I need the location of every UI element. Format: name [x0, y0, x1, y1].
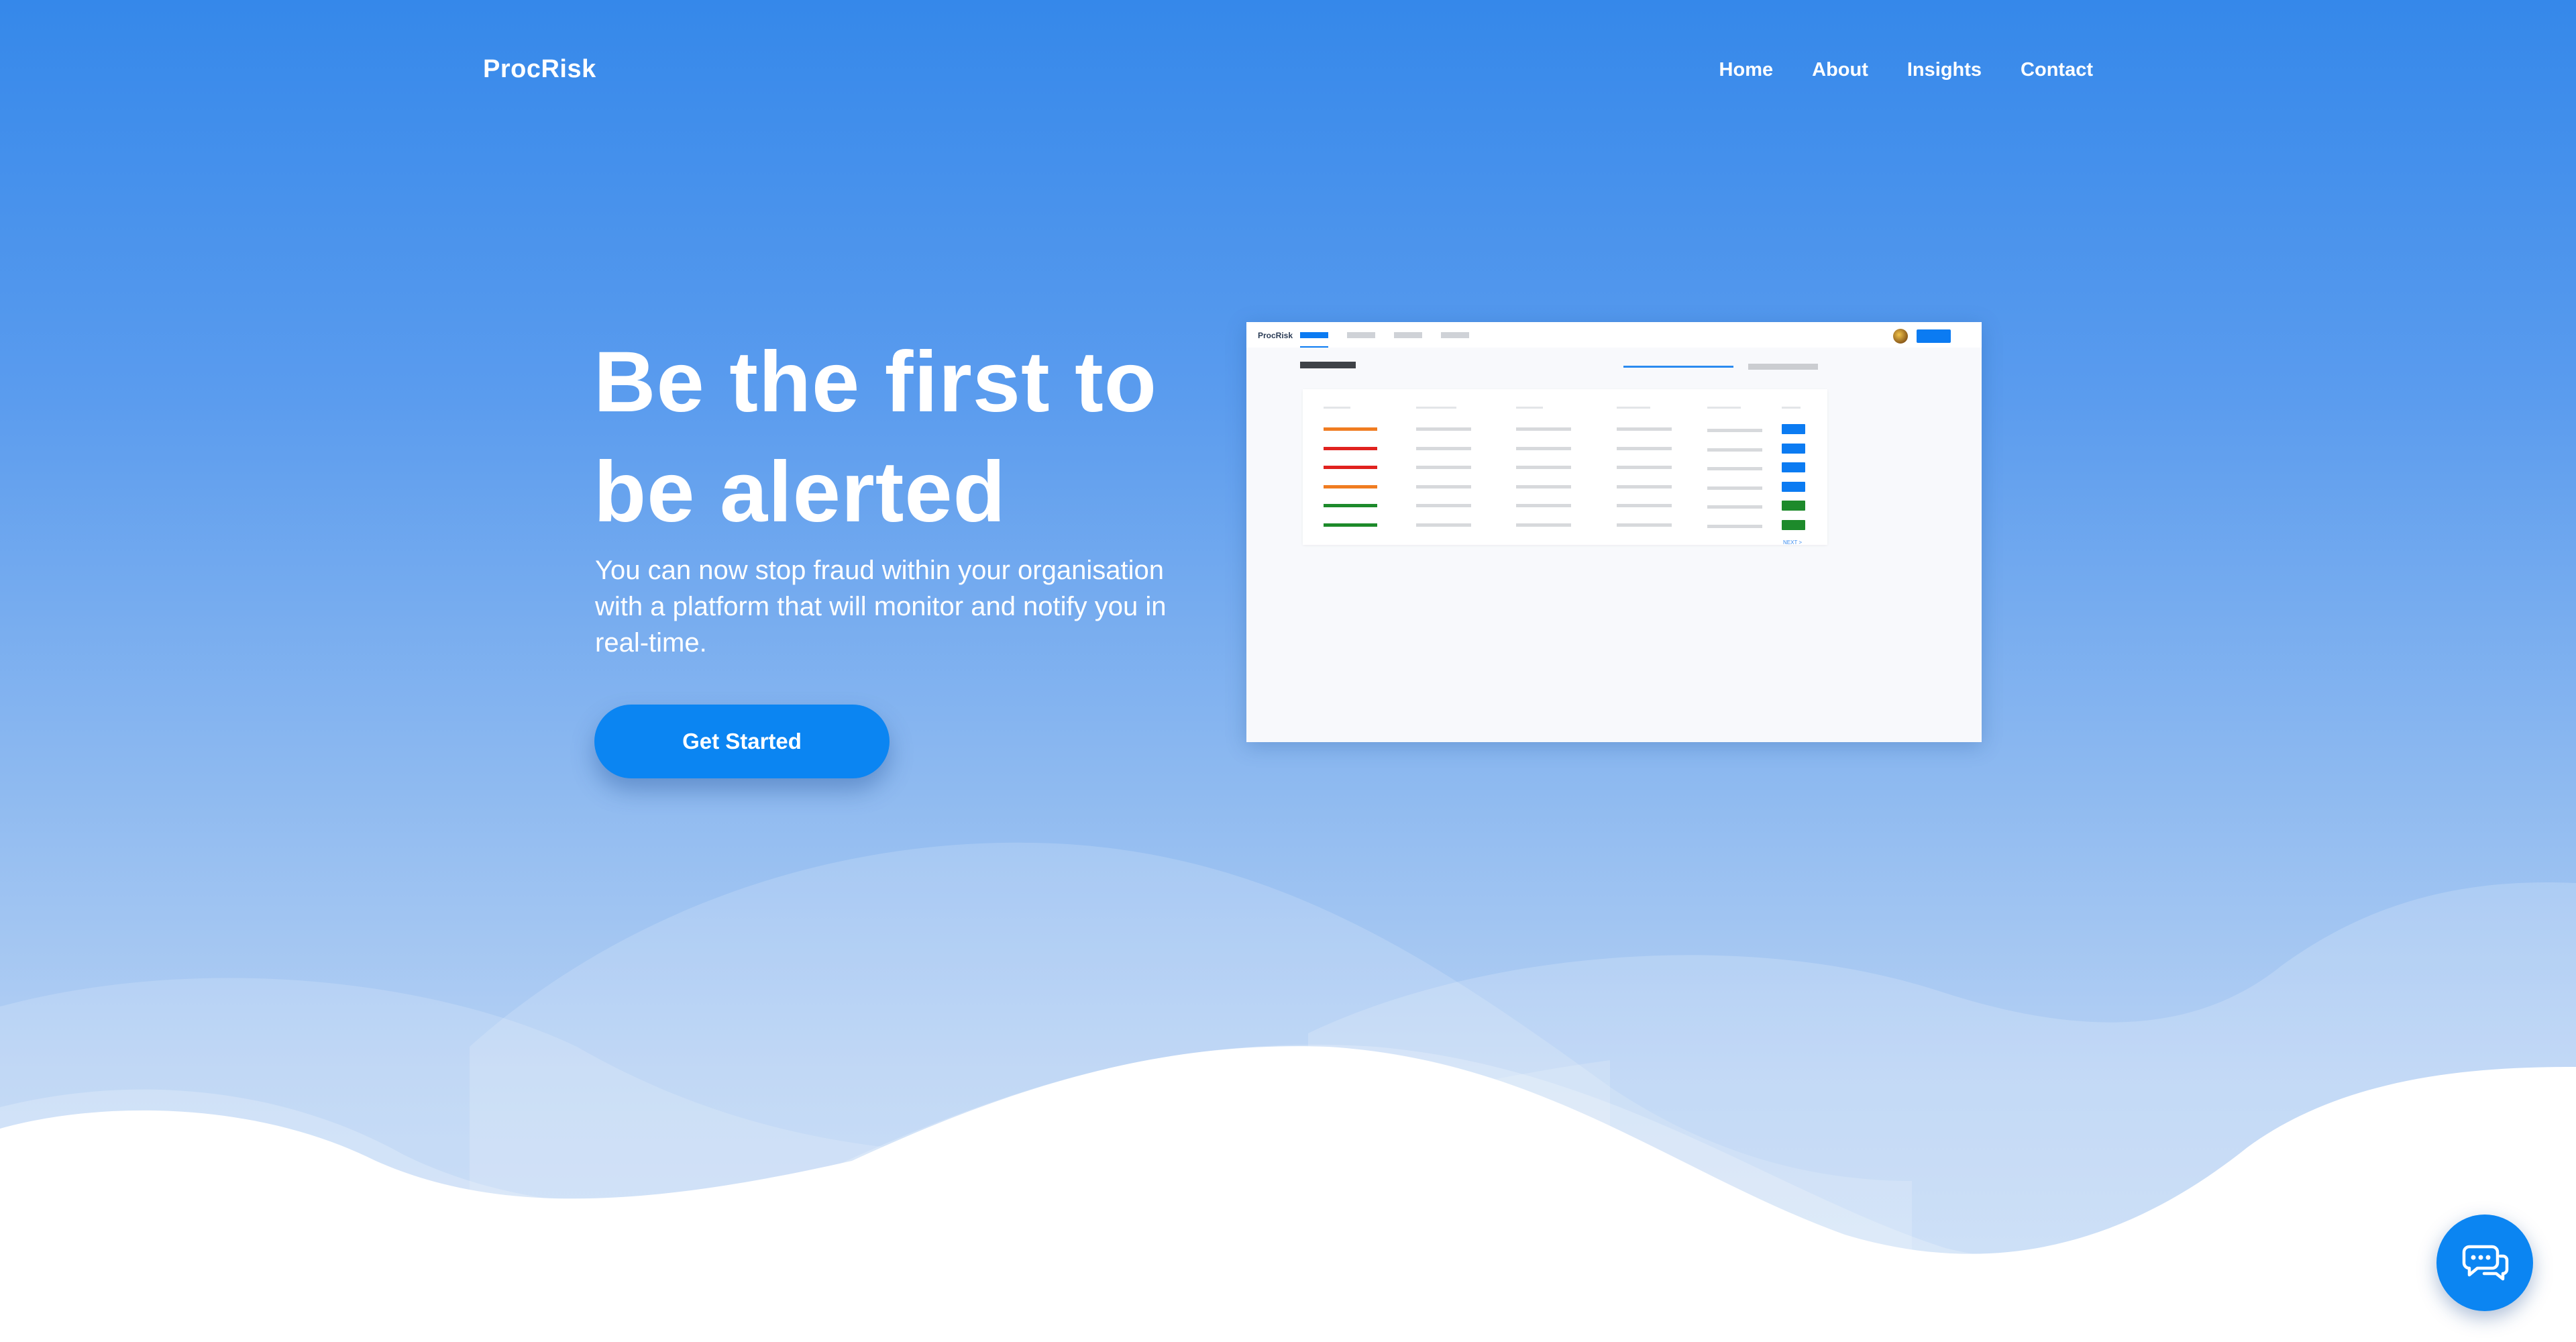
preview-column-header	[1416, 407, 1456, 409]
preview-column-header	[1516, 407, 1543, 409]
preview-status-button	[1782, 519, 1805, 530]
preview-cell	[1516, 446, 1571, 450]
preview-avatar	[1893, 329, 1908, 344]
preview-cell	[1416, 523, 1471, 527]
preview-filter	[1748, 364, 1818, 370]
preview-cell	[1617, 523, 1672, 527]
preview-column-header	[1707, 407, 1741, 409]
hero-subtitle: You can now stop fraud within your organ…	[595, 556, 1167, 658]
hero-title-line1: Be the first to	[594, 334, 1157, 430]
preview-tab	[1394, 332, 1422, 338]
brand-logo[interactable]: ProcRisk	[483, 55, 596, 84]
preview-cell	[1516, 484, 1571, 488]
hero-title: Be the first to be alerted	[594, 327, 1211, 548]
preview-cell	[1707, 429, 1762, 432]
preview-tab	[1300, 332, 1328, 338]
preview-cell	[1707, 486, 1762, 490]
preview-cell	[1516, 466, 1571, 469]
preview-severity-bar	[1324, 427, 1377, 431]
preview-tab	[1441, 332, 1469, 338]
preview-table: NEXT >	[1303, 389, 1827, 546]
preview-next-link: NEXT >	[1783, 539, 1803, 546]
nav-about[interactable]: About	[1812, 59, 1868, 81]
preview-topbar: ProcRisk	[1246, 322, 1982, 348]
preview-cell	[1516, 523, 1571, 527]
chat-button[interactable]	[2436, 1215, 2533, 1311]
preview-brand: ProcRisk	[1258, 331, 1293, 340]
hero-title-line2: be alerted	[594, 444, 1006, 540]
get-started-button[interactable]: Get Started	[594, 705, 890, 778]
preview-heading	[1300, 362, 1356, 368]
chat-bubbles-icon	[2462, 1245, 2509, 1281]
preview-status-button	[1782, 443, 1805, 454]
preview-cell	[1707, 505, 1762, 509]
preview-cell	[1617, 466, 1672, 469]
nav-contact[interactable]: Contact	[2021, 59, 2093, 81]
preview-cell	[1617, 484, 1672, 488]
preview-tab	[1347, 332, 1375, 338]
preview-cell	[1416, 484, 1471, 488]
preview-severity-bar	[1324, 446, 1377, 450]
preview-cell	[1617, 446, 1672, 450]
preview-status-button	[1782, 501, 1805, 511]
preview-cell	[1416, 504, 1471, 507]
preview-status-button	[1782, 462, 1805, 472]
preview-severity-bar	[1324, 504, 1377, 507]
preview-filter-active	[1623, 366, 1733, 368]
preview-cell	[1617, 504, 1672, 507]
preview-cell	[1707, 524, 1762, 528]
preview-severity-bar	[1324, 466, 1377, 469]
nav-home[interactable]: Home	[1719, 59, 1774, 81]
preview-tab-underline	[1300, 346, 1328, 348]
preview-cell	[1707, 467, 1762, 470]
preview-cell	[1416, 446, 1471, 450]
nav-insights[interactable]: Insights	[1907, 59, 1982, 81]
preview-status-button	[1782, 424, 1805, 434]
preview-cell	[1416, 427, 1471, 431]
preview-cell	[1516, 427, 1571, 431]
dashboard-preview: ProcRisk NEXT >	[1246, 322, 1982, 742]
main-nav: Home About Insights Contact	[1719, 59, 2093, 81]
preview-cell	[1416, 466, 1471, 469]
preview-severity-bar	[1324, 523, 1377, 527]
preview-cell	[1707, 448, 1762, 452]
preview-action-button	[1917, 329, 1951, 343]
preview-cell	[1617, 427, 1672, 431]
preview-status-button	[1782, 481, 1805, 492]
preview-column-header	[1782, 407, 1801, 409]
preview-column-header	[1324, 407, 1350, 409]
preview-column-header	[1617, 407, 1650, 409]
preview-severity-bar	[1324, 484, 1377, 488]
preview-cell	[1516, 504, 1571, 507]
